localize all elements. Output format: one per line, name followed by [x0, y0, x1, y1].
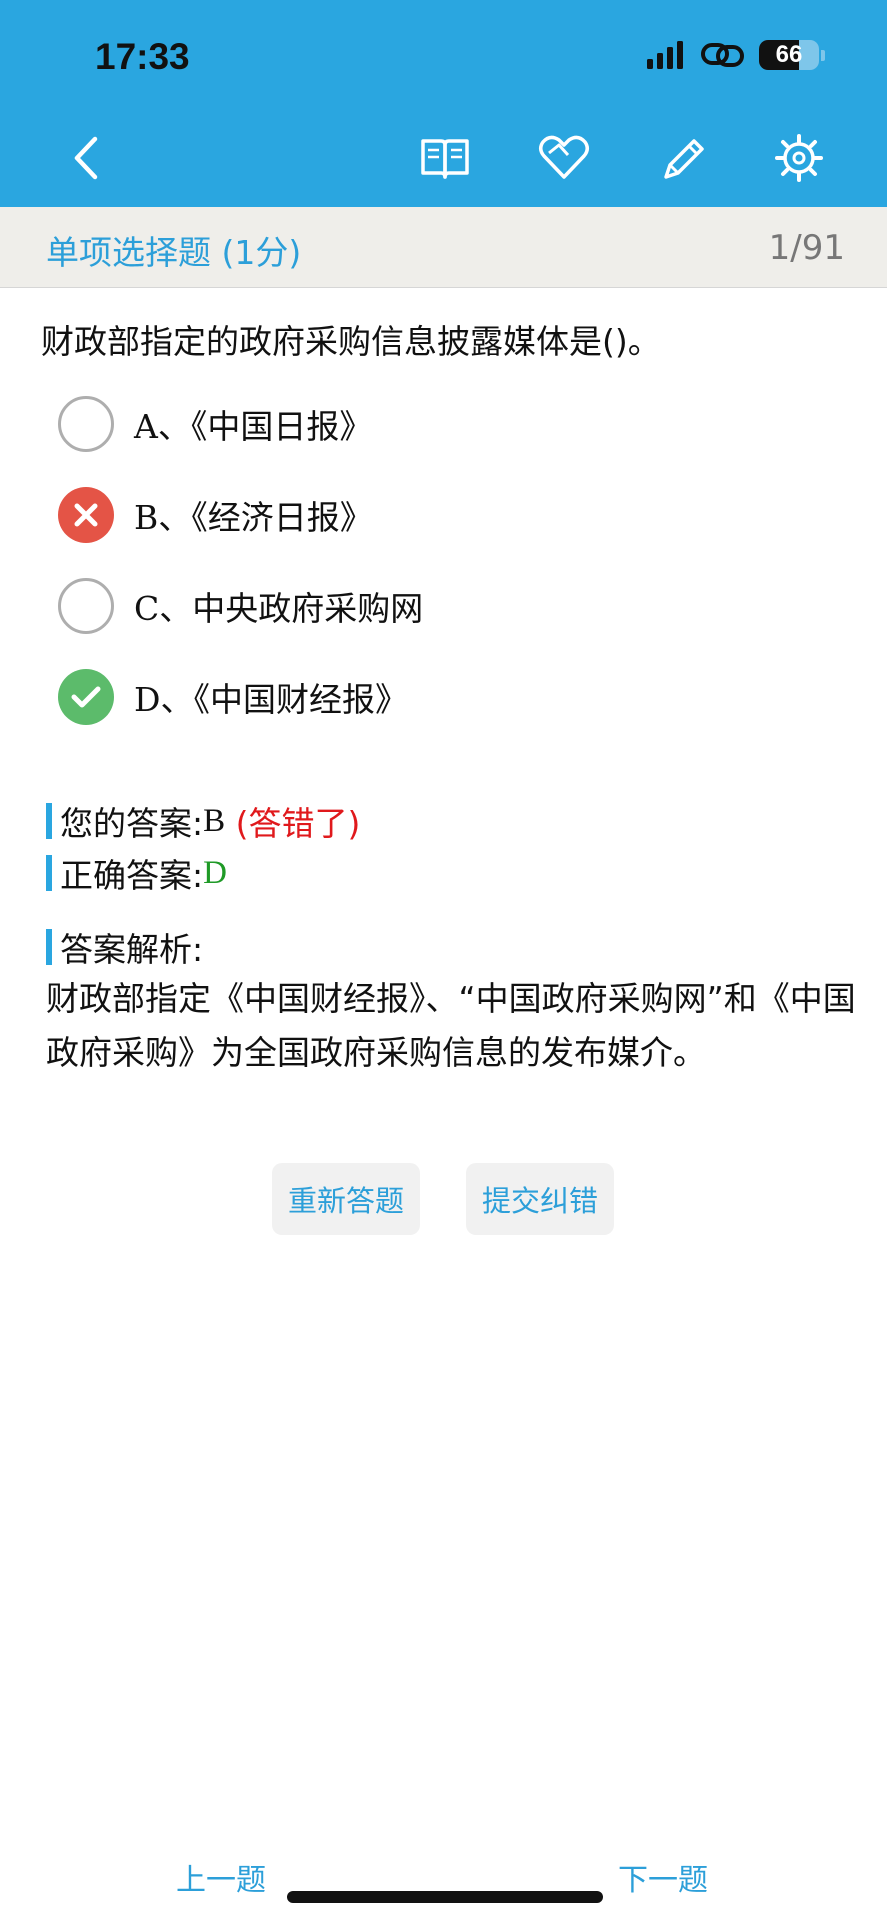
wrong-icon: [58, 487, 114, 543]
signal-icon: [647, 41, 683, 69]
book-icon[interactable]: [416, 130, 474, 186]
analysis-heading: 答案解析:: [46, 923, 203, 971]
radio-empty-icon: [58, 396, 114, 452]
status-icons: 66: [647, 40, 825, 70]
accent-bar: [46, 855, 52, 891]
option-b[interactable]: B、《经济日报》: [58, 483, 373, 547]
correct-answer-value: D: [203, 854, 227, 891]
question-type: 单项选择题 (1分): [46, 233, 302, 272]
hotspot-icon: [701, 43, 744, 67]
retry-button[interactable]: 重新答题: [272, 1163, 420, 1235]
option-label: D、《中国财经报》: [134, 680, 408, 719]
accent-bar: [46, 803, 52, 839]
wrong-note: (答错了): [235, 804, 361, 843]
accent-bar: [46, 929, 52, 965]
your-answer: 您的答案: B (答错了): [46, 797, 360, 845]
gear-icon[interactable]: [770, 130, 828, 186]
correct-answer: 正确答案: D: [46, 849, 227, 897]
battery-tip: [821, 49, 825, 61]
option-a[interactable]: A、《中国日报》: [58, 392, 372, 456]
battery-icon: 66: [759, 40, 819, 70]
check-icon: [58, 669, 114, 725]
battery-level: 66: [775, 41, 803, 68]
option-label: B、《经济日报》: [134, 498, 373, 537]
option-c[interactable]: C、中央政府采购网: [58, 574, 423, 638]
option-label: A、《中国日报》: [134, 407, 373, 446]
question-progress: 1/91: [768, 228, 845, 268]
radio-empty-icon: [58, 578, 114, 634]
report-error-button[interactable]: 提交纠错: [466, 1163, 614, 1235]
section-bar: 单项选择题 (1分) 1/91: [0, 207, 887, 288]
next-question-button[interactable]: 下一题: [618, 1855, 708, 1899]
option-d[interactable]: D、《中国财经报》: [58, 665, 408, 729]
your-answer-value: B: [203, 802, 226, 839]
pencil-icon[interactable]: [653, 130, 711, 186]
question-text: 财政部指定的政府采购信息披露媒体是()。: [41, 322, 661, 361]
heart-icon[interactable]: [535, 130, 593, 186]
back-icon[interactable]: [58, 130, 116, 186]
status-time: 17:33: [95, 36, 190, 77]
top-bar: 17:33 66: [0, 0, 887, 207]
option-label: C、中央政府采购网: [134, 589, 424, 628]
home-indicator[interactable]: [287, 1891, 603, 1903]
analysis-text: 财政部指定《中国财经报》、“中国政府采购网”和《中国政府采购》为全国政府采购信息…: [46, 979, 856, 1072]
prev-question-button[interactable]: 上一题: [176, 1855, 266, 1899]
